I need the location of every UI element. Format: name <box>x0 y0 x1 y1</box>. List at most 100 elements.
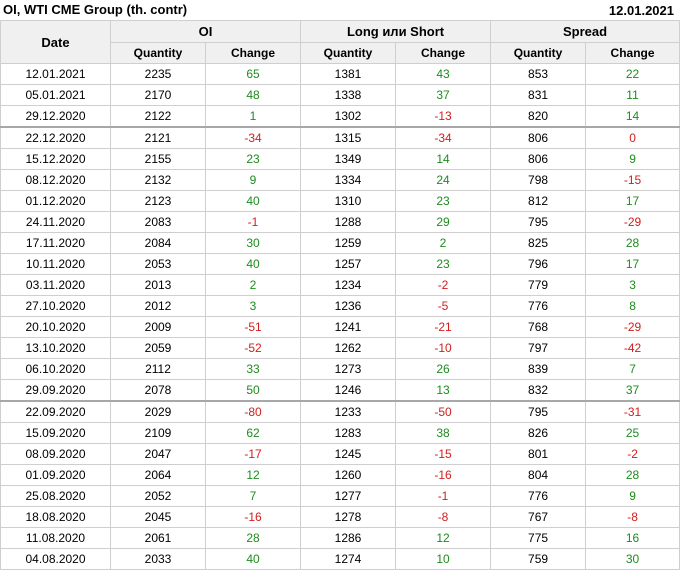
oi-group-header: OI <box>109 20 302 43</box>
oi-change: 40 <box>204 190 302 212</box>
table-row: 25.08.2020 2052 7 1277 -1 776 9 <box>0 485 680 507</box>
spread-change: 14 <box>585 105 680 128</box>
table-row: 13.10.2020 2059 -52 1262 -10 797 -42 <box>0 337 680 359</box>
table-row: 11.08.2020 2061 28 1286 12 775 16 <box>0 527 680 549</box>
row-date: 03.11.2020 <box>0 274 111 296</box>
oi-quantity: 2123 <box>110 190 206 212</box>
spread-quantity: 853 <box>490 63 587 85</box>
row-date: 08.12.2020 <box>0 169 111 191</box>
oi-quantity: 2012 <box>110 295 206 317</box>
report-date: 12.01.2021 <box>608 3 674 18</box>
spread-change: 25 <box>585 422 680 444</box>
spread-quantity: 795 <box>490 400 587 423</box>
spread-change: 28 <box>585 464 680 486</box>
ls-change: -15 <box>395 443 492 465</box>
spread-quantity: 832 <box>490 379 587 402</box>
oi-change: 40 <box>204 548 302 570</box>
table-row: 29.09.2020 2078 50 1246 13 832 37 <box>0 379 680 402</box>
table-row: 04.08.2020 2033 40 1274 10 759 30 <box>0 548 680 570</box>
oi-quantity: 2122 <box>110 105 206 128</box>
ls-change: 13 <box>395 379 492 402</box>
table-row: 24.11.2020 2083 -1 1288 29 795 -29 <box>0 211 680 233</box>
spread-change: 9 <box>585 148 680 170</box>
ls-change: 14 <box>395 148 492 170</box>
oi-quantity: 2078 <box>110 379 206 402</box>
row-date: 01.09.2020 <box>0 464 111 486</box>
spread-quantity: 820 <box>490 105 587 128</box>
spread-quantity-header: Quantity <box>490 42 587 64</box>
ls-change: 37 <box>395 84 492 106</box>
ls-quantity: 1315 <box>300 126 397 149</box>
spread-quantity: 806 <box>490 148 587 170</box>
row-date: 29.12.2020 <box>0 105 111 128</box>
spread-quantity: 779 <box>490 274 587 296</box>
spread-change: -15 <box>585 169 680 191</box>
oi-change: 30 <box>204 232 302 254</box>
spread-change: 8 <box>585 295 680 317</box>
report-title: OI, WTI CME Group (th. contr) <box>3 2 188 17</box>
spread-quantity: 839 <box>490 358 587 380</box>
oi-quantity: 2033 <box>110 548 206 570</box>
ls-change: 29 <box>395 211 492 233</box>
ls-change: -8 <box>395 506 492 528</box>
oi-quantity: 2109 <box>110 422 206 444</box>
spread-quantity: 806 <box>490 126 587 149</box>
table-row: 18.08.2020 2045 -16 1278 -8 767 -8 <box>0 506 680 528</box>
row-date: 27.10.2020 <box>0 295 111 317</box>
oi-quantity: 2061 <box>110 527 206 549</box>
table-row: 12.01.2021 2235 65 1381 43 853 22 <box>0 63 680 85</box>
row-date: 11.08.2020 <box>0 527 111 549</box>
oi-change: 23 <box>204 148 302 170</box>
table-row: 22.09.2020 2029 -80 1233 -50 795 -31 <box>0 400 680 423</box>
spread-change: 17 <box>585 190 680 212</box>
spread-quantity: 798 <box>490 169 587 191</box>
oi-change: 7 <box>204 485 302 507</box>
row-date: 13.10.2020 <box>0 337 111 359</box>
row-date: 24.11.2020 <box>0 211 111 233</box>
ls-change-header: Change <box>395 42 492 64</box>
date-header: Date <box>0 20 111 64</box>
oi-change: 33 <box>204 358 302 380</box>
ls-quantity: 1233 <box>300 400 397 423</box>
oi-quantity-header: Quantity <box>110 42 206 64</box>
table-body: 12.01.2021 2235 65 1381 43 853 22 05.01.2021 217… <box>0 63 680 570</box>
table-row: 17.11.2020 2084 30 1259 2 825 28 <box>0 232 680 254</box>
table-row: 08.12.2020 2132 9 1334 24 798 -15 <box>0 169 680 191</box>
spread-change: -29 <box>585 316 680 338</box>
oi-quantity: 2029 <box>110 400 206 423</box>
spread-change: 30 <box>585 548 680 570</box>
oi-change: -16 <box>204 506 302 528</box>
ls-change: -2 <box>395 274 492 296</box>
ls-quantity: 1338 <box>300 84 397 106</box>
oi-change: 12 <box>204 464 302 486</box>
ls-quantity: 1334 <box>300 169 397 191</box>
oi-change: 62 <box>204 422 302 444</box>
spread-quantity: 812 <box>490 190 587 212</box>
row-date: 29.09.2020 <box>0 379 111 402</box>
table-row: 01.12.2020 2123 40 1310 23 812 17 <box>0 190 680 212</box>
ls-change: 26 <box>395 358 492 380</box>
ls-change: -21 <box>395 316 492 338</box>
ls-quantity: 1310 <box>300 190 397 212</box>
oi-change: -17 <box>204 443 302 465</box>
ls-change: -1 <box>395 485 492 507</box>
table-row: 10.11.2020 2053 40 1257 23 796 17 <box>0 253 680 275</box>
ls-quantity-header: Quantity <box>300 42 397 64</box>
long-short-group-header: Long или Short <box>300 20 492 43</box>
oi-change: 48 <box>204 84 302 106</box>
oi-change: 2 <box>204 274 302 296</box>
ls-quantity: 1241 <box>300 316 397 338</box>
spread-quantity: 767 <box>490 506 587 528</box>
oi-table: Date OI Long или Short Spread Quantity C… <box>0 20 680 570</box>
oi-change: -80 <box>204 400 302 423</box>
table-row: 05.01.2021 2170 48 1338 37 831 11 <box>0 84 680 106</box>
ls-quantity: 1283 <box>300 422 397 444</box>
table-row: 20.10.2020 2009 -51 1241 -21 768 -29 <box>0 316 680 338</box>
ls-quantity: 1260 <box>300 464 397 486</box>
ls-change: -10 <box>395 337 492 359</box>
ls-change: 12 <box>395 527 492 549</box>
oi-change: 28 <box>204 527 302 549</box>
spread-change: 28 <box>585 232 680 254</box>
row-date: 25.08.2020 <box>0 485 111 507</box>
table-row: 22.12.2020 2121 -34 1315 -34 806 0 <box>0 126 680 149</box>
